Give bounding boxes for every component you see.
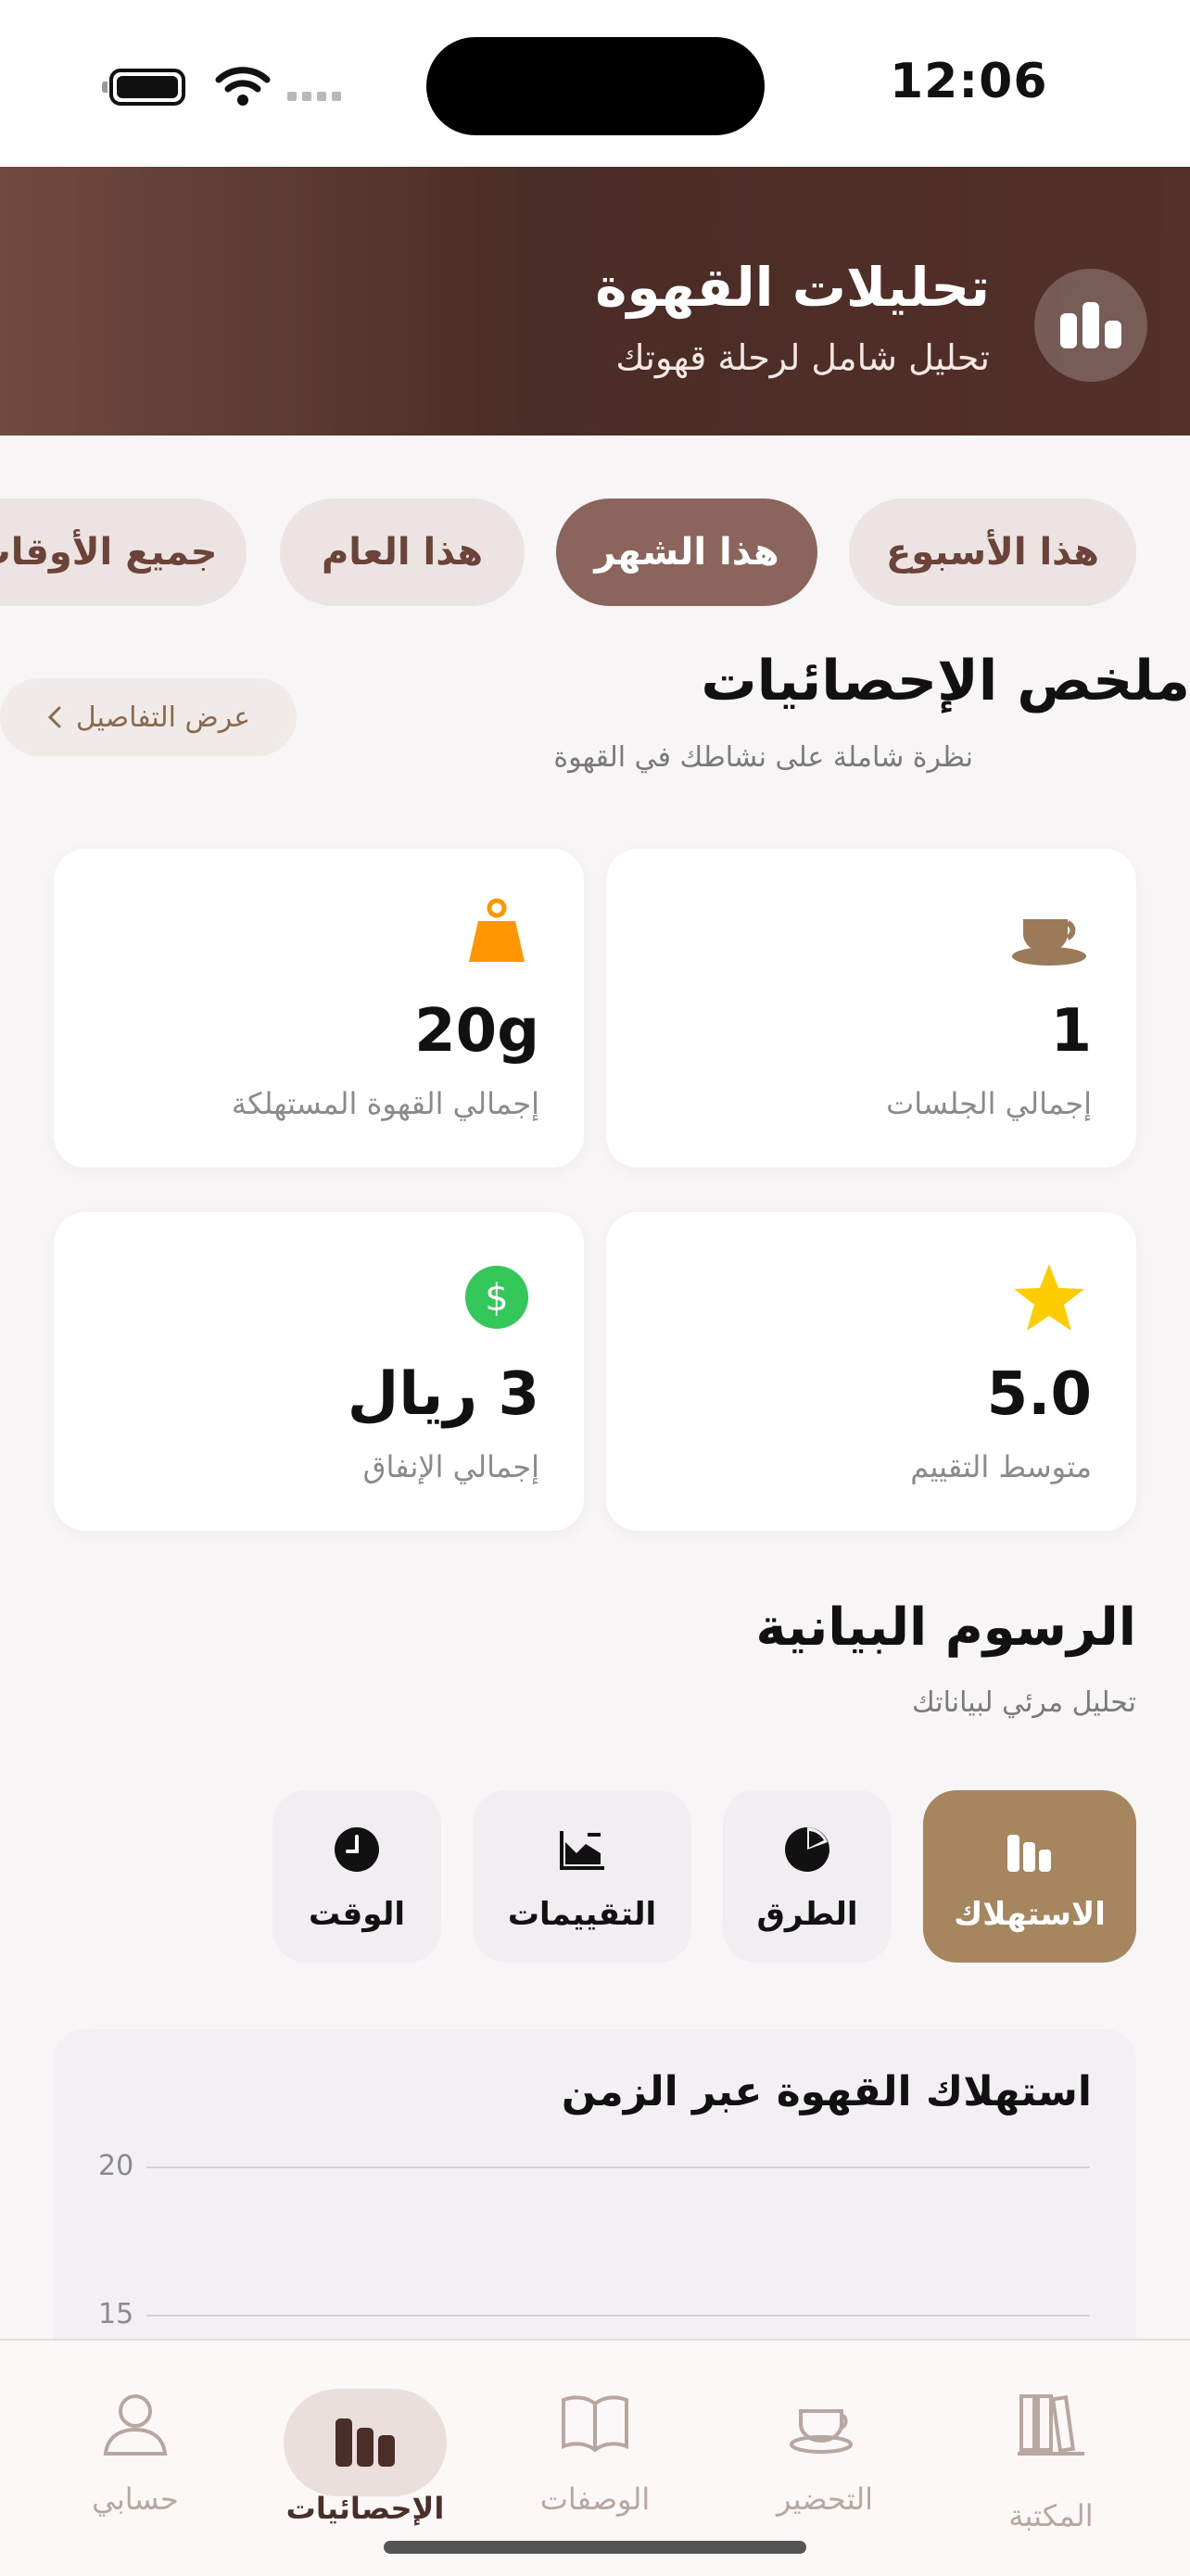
filter-this-week[interactable]: هذا الأسبوع xyxy=(849,499,1136,606)
bar-chart-icon xyxy=(1034,269,1147,382)
chart-tab-label: الطرق xyxy=(756,1896,858,1933)
coffee-cup-icon xyxy=(790,2409,853,2454)
summary-subtitle: نظرة شاملة على نشاطك في القهوة xyxy=(553,741,973,774)
view-details-label: عرض التفاصيل xyxy=(75,701,251,734)
pie-chart-icon xyxy=(785,1827,829,1872)
y-tick-label: 20 xyxy=(98,2150,134,2182)
tab-recipes[interactable]: الوصفات xyxy=(493,2361,697,2546)
y-tick-label: 15 xyxy=(98,2298,134,2330)
filter-this-month[interactable]: هذا الشهر xyxy=(556,499,817,606)
bar-chart-icon xyxy=(335,2418,395,2467)
time-filter-bar: هذا الأسبوع هذا الشهر هذا العام جميع الأ… xyxy=(0,499,1190,610)
stat-value: 3 ريال xyxy=(347,1360,539,1429)
coffee-cup-icon xyxy=(1012,919,1086,966)
filter-this-year[interactable]: هذا العام xyxy=(280,499,525,606)
stat-label: إجمالي الإنفاق xyxy=(362,1449,539,1484)
app-header: تحليلات القهوة تحليل شامل لرحلة قهوتك xyxy=(0,167,1190,436)
cellular-signal-icon xyxy=(287,87,347,105)
page-subtitle: تحليل شامل لرحلة قهوتك xyxy=(615,337,990,378)
stat-card-avg-rating[interactable]: 5.0 متوسط التقييم xyxy=(606,1212,1136,1531)
tab-label: حسابي xyxy=(92,2481,179,2517)
stat-card-sessions[interactable]: 1 إجمالي الجلسات xyxy=(606,849,1136,1168)
stat-label: إجمالي الجلسات xyxy=(886,1086,1092,1121)
page-title: تحليلات القهوة xyxy=(595,256,990,319)
tab-label: التحضير xyxy=(776,2481,873,2517)
wifi-icon xyxy=(215,67,271,106)
tab-label: الإحصائيات xyxy=(285,2491,445,2526)
stat-value: 20g xyxy=(414,997,539,1066)
bar-chart-icon xyxy=(1007,1835,1051,1872)
grid-line xyxy=(146,2315,1090,2317)
summary-title: ملخص الإحصائيات xyxy=(701,649,1190,713)
chart-tab-methods[interactable]: الطرق xyxy=(723,1790,892,1963)
svg-text:$: $ xyxy=(485,1277,508,1320)
chart-tab-label: التقييمات xyxy=(507,1896,657,1933)
dollar-icon: $ xyxy=(465,1266,528,1329)
grid-line xyxy=(146,2166,1090,2168)
tab-library[interactable]: المكتبة xyxy=(949,2361,1153,2546)
home-indicator[interactable] xyxy=(384,2541,806,2554)
status-time: 12:06 xyxy=(890,54,1048,109)
charts-subtitle: تحليل مرئي لبياناتك xyxy=(912,1686,1136,1719)
filter-all-time[interactable]: جميع الأوقات xyxy=(0,499,247,606)
tab-label: المكتبة xyxy=(1008,2498,1094,2533)
trend-chart-icon xyxy=(560,1831,604,1870)
library-icon xyxy=(1018,2394,1084,2456)
book-icon xyxy=(562,2395,628,2453)
chart-tab-ratings[interactable]: التقييمات xyxy=(473,1790,691,1963)
battery-icon xyxy=(102,69,185,106)
view-details-button[interactable]: عرض التفاصيل xyxy=(0,678,297,756)
chart-tab-label: الاستهلاك xyxy=(954,1896,1106,1933)
charts-title: الرسوم البيانية xyxy=(755,1597,1136,1658)
tab-label: الوصفات xyxy=(539,2481,651,2517)
stat-card-coffee-consumed[interactable]: 20g إجمالي القهوة المستهلكة xyxy=(54,849,584,1168)
dynamic-island xyxy=(426,37,765,135)
chevron-left-icon xyxy=(47,706,61,728)
tab-statistics[interactable]: الإحصائيات xyxy=(263,2361,467,2546)
chart-tab-time[interactable]: الوقت xyxy=(272,1790,441,1963)
star-icon xyxy=(1014,1264,1084,1331)
status-bar: 12:06 xyxy=(0,0,1190,167)
stat-value: 1 xyxy=(1050,997,1092,1066)
stat-label: متوسط التقييم xyxy=(910,1449,1092,1484)
chart-tab-label: الوقت xyxy=(309,1896,405,1933)
clock-icon xyxy=(335,1827,379,1872)
scale-weight-icon xyxy=(469,898,525,962)
person-icon xyxy=(103,2394,168,2456)
chart-title: استهلاك القهوة عبر الزمن xyxy=(561,2068,1092,2115)
tab-brewing[interactable]: التحضير xyxy=(723,2361,927,2546)
chart-tab-consumption[interactable]: الاستهلاك xyxy=(923,1790,1136,1963)
stat-label: إجمالي القهوة المستهلكة xyxy=(231,1086,539,1121)
tab-account[interactable]: حسابي xyxy=(33,2361,237,2546)
stat-card-spending[interactable]: $ 3 ريال إجمالي الإنفاق xyxy=(54,1212,584,1531)
stat-value: 5.0 xyxy=(986,1360,1092,1429)
